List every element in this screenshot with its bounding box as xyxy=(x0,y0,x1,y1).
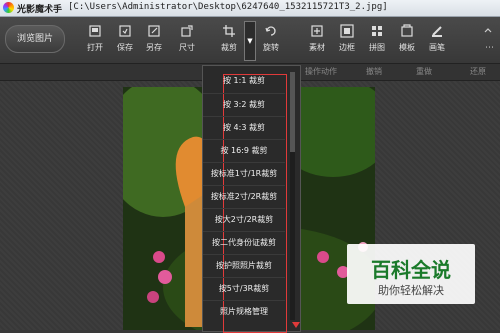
open-button[interactable]: 打开 xyxy=(80,21,110,61)
app-name: 光影魔术手 xyxy=(17,5,63,15)
crop-item-large-2inch[interactable]: 按大2寸/2R裁剪 xyxy=(203,208,285,231)
title-bar: 光影魔术手 [C:\Users\Administrator\Desktop\62… xyxy=(0,0,500,17)
save-button[interactable]: 保存 xyxy=(110,21,140,61)
template-icon xyxy=(400,24,414,38)
material-button[interactable]: 素材 xyxy=(302,21,332,61)
rotate-icon xyxy=(264,24,278,38)
crop-item-1inch[interactable]: 按标准1寸/1R裁剪 xyxy=(203,162,285,185)
brush-button[interactable]: 画笔 xyxy=(422,21,452,61)
crop-item-4-3[interactable]: 按 4:3 裁剪 xyxy=(203,116,285,139)
crop-button[interactable]: 裁剪 xyxy=(214,21,244,61)
scroll-down-arrow-icon[interactable] xyxy=(291,320,301,330)
open-icon xyxy=(88,24,102,38)
crop-dropdown-arrow[interactable]: ▼ xyxy=(244,21,256,61)
frame-button[interactable]: 边框 xyxy=(332,21,362,61)
collage-button[interactable]: 拼图 xyxy=(362,21,392,61)
menu-scrollbar[interactable] xyxy=(290,72,295,320)
app-logo-icon xyxy=(3,2,14,13)
crop-item-1-1[interactable]: 按 1:1 裁剪 xyxy=(203,70,285,92)
save-icon xyxy=(118,24,132,38)
main-toolbar: 浏览图片 打开 保存 另存 尺寸 裁剪 ▼ 旋转 素材 边框 拼图 模板 画笔 … xyxy=(0,17,500,64)
frame-icon xyxy=(340,24,354,38)
menu-scroll-thumb[interactable] xyxy=(290,72,295,152)
file-path: [C:\Users\Administrator\Desktop\6247640_… xyxy=(68,2,388,12)
crop-item-id-card[interactable]: 按二代身份证裁剪 xyxy=(203,231,285,254)
crop-item-manage[interactable]: 照片规格管理 xyxy=(203,300,285,323)
crop-dropdown-menu: 按 1:1 裁剪 按 3:2 裁剪 按 4:3 裁剪 按 16:9 裁剪 按标准… xyxy=(202,65,301,333)
crop-item-5inch[interactable]: 按5寸/3R裁剪 xyxy=(203,277,285,300)
dots-icon[interactable]: ⋯ xyxy=(485,43,494,53)
material-icon xyxy=(310,24,324,38)
brush-icon xyxy=(430,24,444,38)
browse-images-button[interactable]: 浏览图片 xyxy=(5,25,65,53)
template-button[interactable]: 模板 xyxy=(392,21,422,61)
crop-item-passport[interactable]: 按护照照片裁剪 xyxy=(203,254,285,277)
resize-button[interactable]: 尺寸 xyxy=(172,21,202,61)
crop-item-3-2[interactable]: 按 3:2 裁剪 xyxy=(203,93,285,116)
history-button[interactable]: 操作动作 xyxy=(305,66,337,77)
crop-icon xyxy=(222,24,236,38)
collage-icon xyxy=(370,24,384,38)
watermark: 百科全说 助你轻松解决 xyxy=(347,244,475,304)
save-as-button[interactable]: 另存 xyxy=(139,21,169,61)
crop-item-2inch[interactable]: 按标准2寸/2R裁剪 xyxy=(203,185,285,208)
revert-button[interactable]: 还原 xyxy=(470,66,486,77)
resize-icon xyxy=(180,24,194,38)
redo-button[interactable]: 重做 xyxy=(416,66,432,77)
rotate-button[interactable]: 旋转 xyxy=(256,21,286,61)
undo-button[interactable]: 撤销 xyxy=(366,66,382,77)
save-as-icon xyxy=(147,24,161,38)
crop-item-16-9[interactable]: 按 16:9 裁剪 xyxy=(203,139,285,162)
more-menu-icon[interactable] xyxy=(482,21,494,33)
